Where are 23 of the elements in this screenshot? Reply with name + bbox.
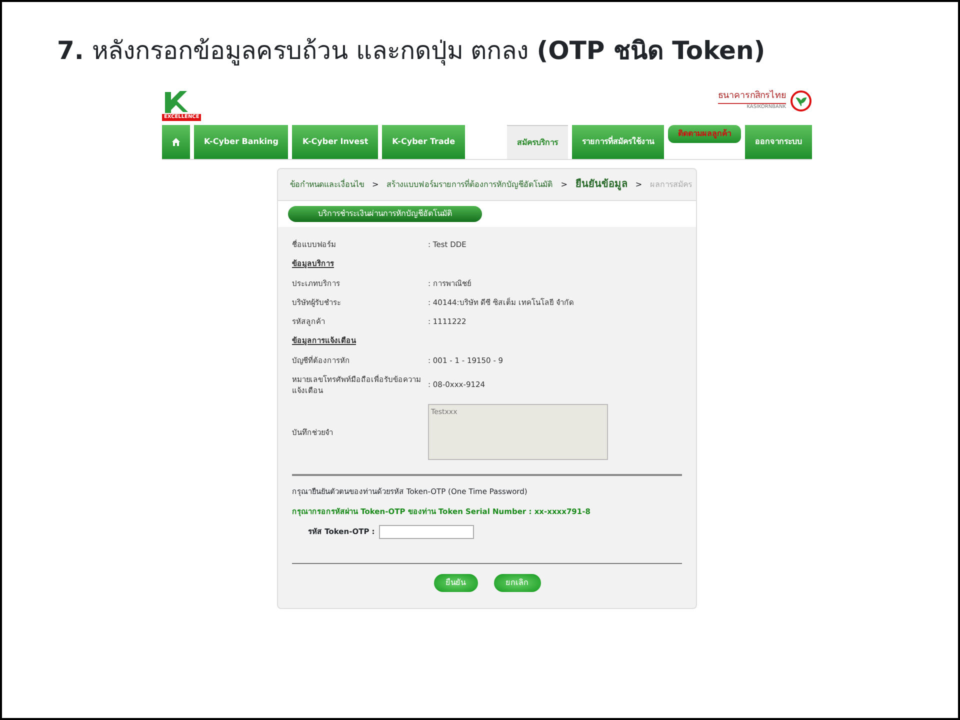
breadcrumb-step: สร้างแบบฟอร์มรายการที่ต้องการหักบัญชีอัตโนมัติ bbox=[386, 178, 553, 190]
nav-tab[interactable]: รายการที่สมัครใช้งาน bbox=[572, 125, 664, 159]
action-button[interactable]: ยกเลิก bbox=[494, 574, 540, 592]
nav-tab[interactable]: K-Cyber Banking bbox=[194, 125, 288, 159]
breadcrumb-separator: > bbox=[560, 178, 568, 190]
home-button[interactable] bbox=[162, 125, 190, 159]
breadcrumb-step: ยืนยันข้อมูล bbox=[575, 177, 628, 192]
section-title: บริการชำระเงินผ่านการหักบัญชีอัตโนมัติ bbox=[288, 206, 482, 222]
otp-input-field[interactable] bbox=[378, 524, 474, 539]
nav-tab[interactable]: สมัครบริการ bbox=[507, 125, 568, 159]
slide-title: 7. หลังกรอกข้อมูลครบถ้วน และกดปุ่ม ตกลง (OTP ชนิด Token) bbox=[57, 35, 766, 68]
breadcrumb-step: ข้อกำหนดและเงื่อนไข bbox=[290, 178, 364, 190]
breadcrumb-step: ผลการสมัคร bbox=[650, 178, 692, 190]
nav-tab[interactable]: ออกจากระบบ bbox=[745, 125, 812, 159]
nav-tab[interactable]: ติดตามผลลูกค้า bbox=[668, 125, 741, 143]
breadcrumb-separator: > bbox=[372, 178, 379, 190]
home-icon bbox=[172, 138, 180, 146]
bank-name: ธนาคารกสิกรไทย bbox=[718, 90, 786, 104]
action-button[interactable]: ยืนยัน bbox=[434, 574, 478, 592]
nav-tab[interactable]: K-Cyber Invest bbox=[292, 125, 378, 159]
nav-tab[interactable]: K-Cyber Trade bbox=[382, 125, 466, 159]
breadcrumb-separator: > bbox=[635, 178, 642, 190]
bank-emblem-icon bbox=[790, 90, 812, 112]
